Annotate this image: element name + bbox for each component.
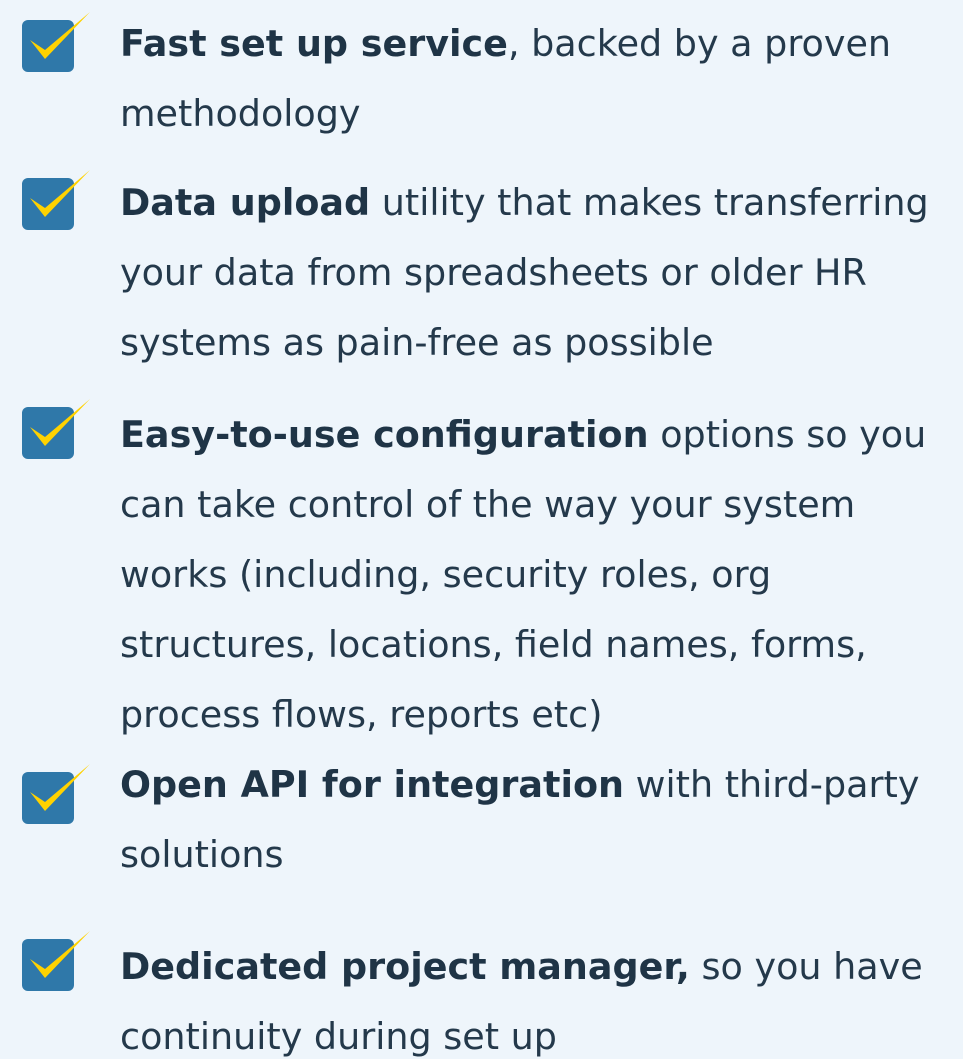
checkbox-checked-icon bbox=[22, 10, 90, 72]
feature-description: Dedicated project manager, so you have c… bbox=[120, 932, 948, 1059]
checkbox-checked-icon bbox=[22, 397, 90, 459]
feature-highlight: Data upload bbox=[120, 181, 371, 224]
feature-highlight: Open API for integration bbox=[120, 763, 625, 806]
checkbox-checked-icon bbox=[22, 762, 90, 824]
feature-description: Easy-to-use configuration options so you… bbox=[120, 400, 948, 750]
feature-highlight: Dedicated project manager, bbox=[120, 945, 690, 988]
feature-description: Fast set up service, backed by a proven … bbox=[120, 9, 948, 149]
feature-highlight: Easy-to-use configuration bbox=[120, 413, 649, 456]
feature-description: Open API for integration with third-part… bbox=[120, 750, 948, 890]
feature-list: Fast set up service, backed by a proven … bbox=[0, 0, 963, 1059]
checkbox-checked-icon bbox=[22, 929, 90, 991]
feature-highlight: Fast set up service bbox=[120, 22, 508, 65]
feature-description: Data upload utility that makes transferr… bbox=[120, 168, 948, 378]
checkbox-checked-icon bbox=[22, 168, 90, 230]
feature-detail: options so you can take control of the w… bbox=[120, 413, 927, 736]
